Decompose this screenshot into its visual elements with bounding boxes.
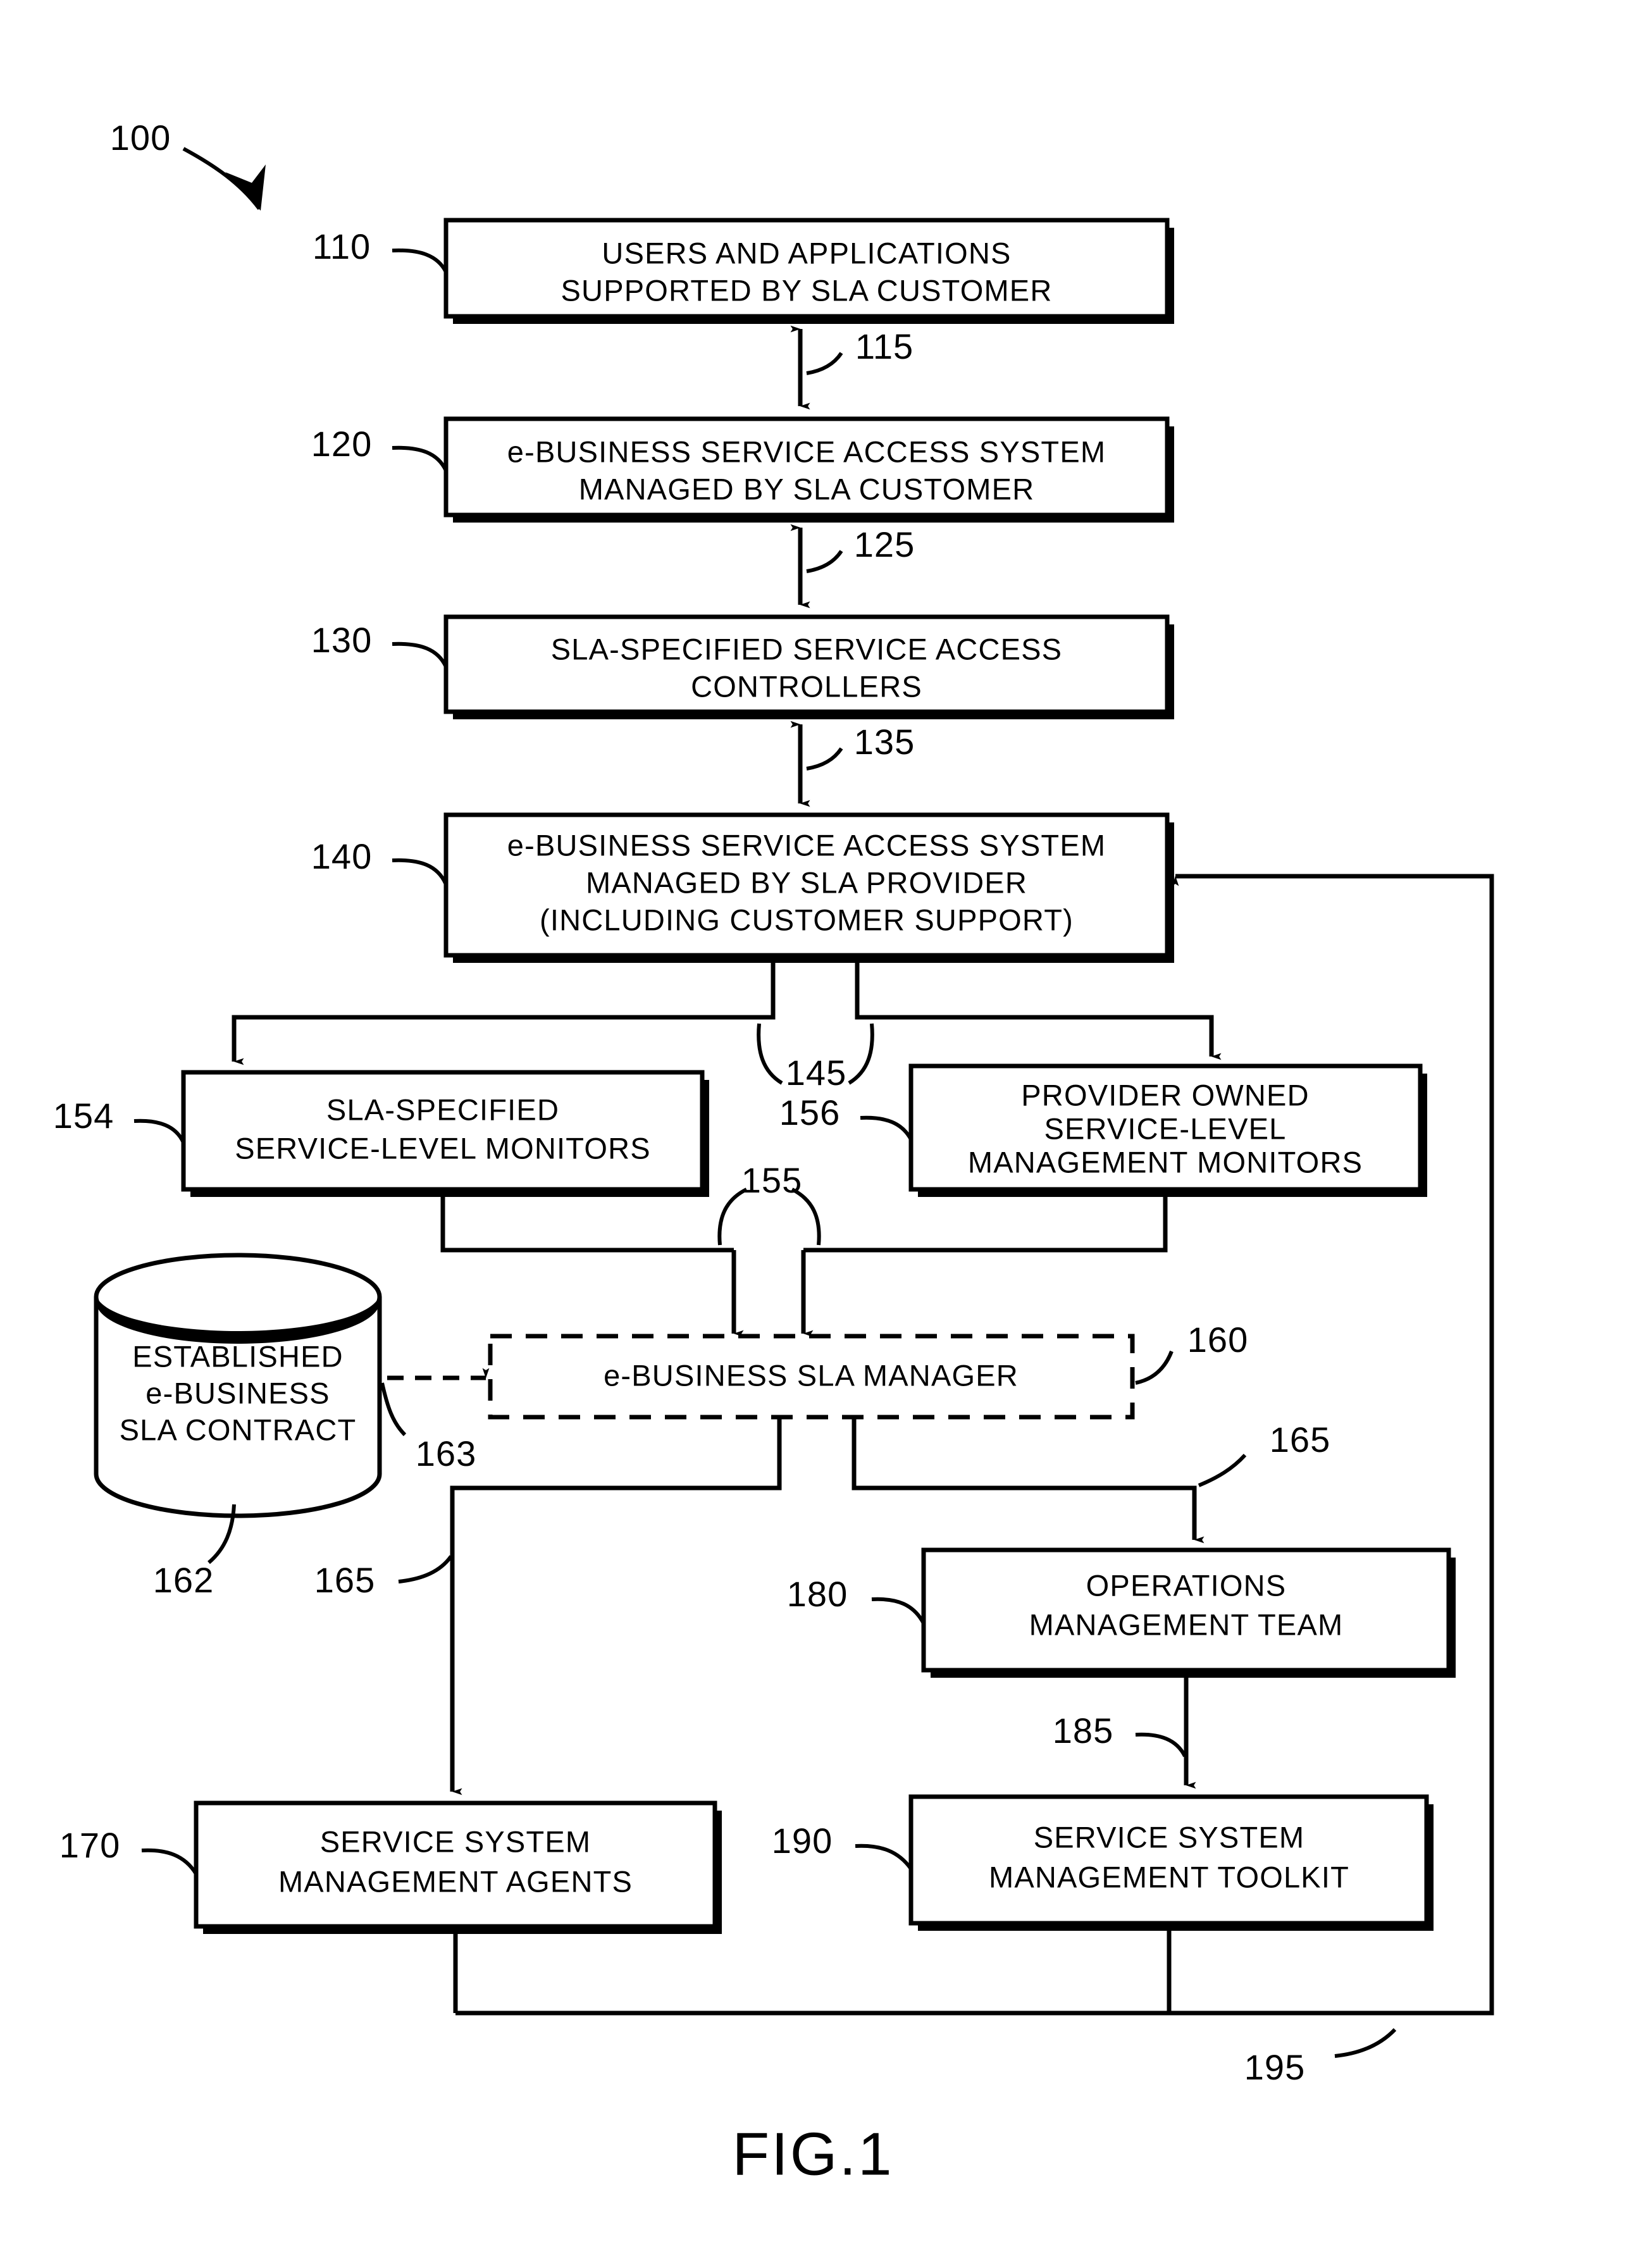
node-110-line-1: USERS AND APPLICATIONS [602,236,1011,270]
ref-leader-130 [392,641,448,668]
ref-156: 156 [779,1093,840,1132]
ref-162: 162 [153,1560,214,1600]
node-140-line-2: MANAGED BY SLA PROVIDER [586,865,1027,899]
node-154-sla-specified-monitors[interactable]: SLA-SPECIFIED SERVICE-LEVEL MONITORS [181,1070,709,1197]
figure-caption: FIG.1 [732,2120,893,2188]
connector-185 [1135,1678,1196,1789]
node-170-line-1: SERVICE SYSTEM [320,1825,592,1858]
connector-165-right [852,1417,1247,1544]
node-110-line-2: SUPPORTED BY SLA CUSTOMER [561,273,1053,307]
ref-leader-190 [855,1844,913,1870]
node-140-provider-service-access-system[interactable]: e-BUSINESS SERVICE ACCESS SYSTEM MANAGED… [443,812,1174,963]
node-190-line-1: SERVICE SYSTEM [1034,1820,1305,1854]
node-190-service-system-management-toolkit[interactable]: SERVICE SYSTEM MANAGEMENT TOOLKIT [908,1794,1434,1931]
ref-115: 115 [855,326,914,366]
ref-leader-180 [871,1597,926,1625]
ref-110: 110 [313,226,371,266]
ref-125: 125 [854,524,915,564]
figure-1-diagram: 100 USERS AND APPLICATIONS SUPPORTED BY … [53,118,1494,2188]
ref-leader-160 [1135,1350,1174,1385]
ref-195: 195 [1244,2047,1305,2087]
node-140-line-1: e-BUSINESS SERVICE ACCESS SYSTEM [507,828,1106,862]
ref-180: 180 [787,1574,848,1614]
ref-170: 170 [59,1825,120,1865]
node-180-line-2: MANAGEMENT TEAM [1029,1608,1344,1641]
connector-135 [790,721,843,807]
node-162-line-2: e-BUSINESS [146,1376,330,1410]
node-120-line-2: MANAGED BY SLA CUSTOMER [579,472,1035,505]
node-154-line-2: SERVICE-LEVEL MONITORS [235,1131,651,1165]
node-140-line-3: (INCLUDING CUSTOMER SUPPORT) [540,903,1074,936]
node-120-customer-service-access-system[interactable]: e-BUSINESS SERVICE ACCESS SYSTEM MANAGED… [443,416,1174,523]
node-162-line-3: SLA CONTRACT [120,1413,357,1446]
node-154-line-1: SLA-SPECIFIED [326,1093,559,1126]
ref-190: 190 [772,1821,833,1861]
node-190-line-2: MANAGEMENT TOOLKIT [989,1860,1349,1893]
node-162-line-1: ESTABLISHED [132,1339,344,1373]
ref-154: 154 [53,1096,114,1136]
ref-leader-156 [860,1115,913,1141]
ref-185: 185 [1053,1711,1113,1751]
node-110-users-and-applications[interactable]: USERS AND APPLICATIONS SUPPORTED BY SLA … [443,218,1174,324]
node-130-line-2: CONTROLLERS [691,669,922,703]
ref-155: 155 [741,1160,802,1200]
node-130-line-1: SLA-SPECIFIED SERVICE ACCESS [551,632,1062,666]
ref-140: 140 [311,836,372,876]
system-100-pointer [182,147,266,211]
ref-100: 100 [110,118,171,158]
node-156-line-3: MANAGEMENT MONITORS [968,1145,1363,1179]
node-130-service-access-controllers[interactable]: SLA-SPECIFIED SERVICE ACCESS CONTROLLERS [443,614,1174,719]
ref-120: 120 [311,424,372,464]
node-170-line-2: MANAGEMENT AGENTS [278,1864,633,1898]
node-162-sla-contract-store[interactable]: ESTABLISHED e-BUSINESS SLA CONTRACT [94,1253,382,1518]
node-180-line-1: OPERATIONS [1086,1568,1287,1602]
node-156-provider-owned-monitors[interactable]: PROVIDER OWNED SERVICE-LEVEL MANAGEMENT … [908,1063,1427,1197]
connector-163 [380,1368,490,1437]
connector-125 [790,524,843,609]
node-120-line-1: e-BUSINESS SERVICE ACCESS SYSTEM [507,435,1106,468]
node-170-service-system-management-agents[interactable]: SERVICE SYSTEM MANAGEMENT AGENTS [194,1800,722,1934]
connector-165-left [398,1417,782,1795]
ref-leader-154 [133,1119,185,1144]
ref-leader-170 [141,1848,198,1875]
ref-145: 145 [786,1053,846,1093]
ref-leader-120 [392,445,448,472]
connector-155 [440,1187,1168,1337]
ref-130: 130 [311,620,372,660]
ref-leader-140 [392,858,448,886]
connector-115 [790,325,843,410]
ref-165-right: 165 [1270,1420,1330,1459]
ref-165-left: 165 [314,1560,375,1600]
ref-135: 135 [854,722,915,762]
node-180-operations-management-team[interactable]: OPERATIONS MANAGEMENT TEAM [921,1547,1456,1678]
ref-163: 163 [416,1434,476,1473]
node-156-line-1: PROVIDER OWNED [1021,1078,1310,1112]
node-156-line-2: SERVICE-LEVEL [1044,1112,1286,1145]
ref-160: 160 [1187,1320,1248,1360]
ref-leader-110 [392,248,448,273]
node-160-label: e-BUSINESS SLA MANAGER [604,1358,1019,1392]
patent-figure-root: 100 USERS AND APPLICATIONS SUPPORTED BY … [0,0,1629,2268]
node-160-sla-manager[interactable]: e-BUSINESS SLA MANAGER [488,1334,1135,1420]
